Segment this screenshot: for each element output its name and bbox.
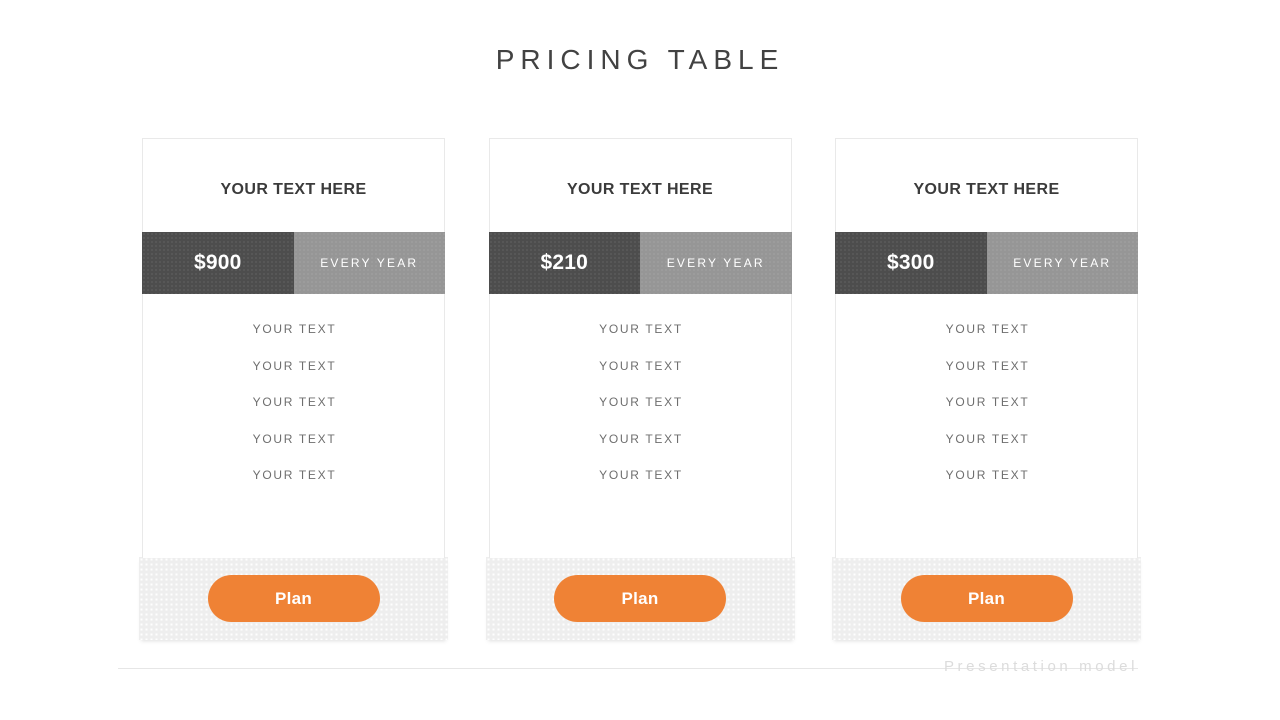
price-bar: $210 EVERY YEAR: [488, 232, 792, 294]
price-period: EVERY YEAR: [293, 232, 445, 294]
feature-item: YOUR TEXT: [599, 358, 683, 373]
pricing-card-body: YOUR TEXT HERE $210 EVERY YEAR YOUR TEXT…: [488, 138, 793, 558]
feature-item: YOUR TEXT: [945, 468, 1030, 482]
pricing-table-slide: PRICING TABLE YOUR TEXT HERE $900 EVERY …: [0, 0, 1280, 720]
feature-item: YOUR TEXT: [945, 395, 1030, 409]
pricing-card: YOUR TEXT HERE $300 EVERY YEAR YOUR TEXT…: [832, 138, 1141, 640]
feature-item: YOUR TEXT: [252, 322, 337, 336]
feature-list: YOUR TEXT YOUR TEXT YOUR TEXT YOUR TEXT …: [490, 311, 793, 494]
page-title: PRICING TABLE: [495, 44, 785, 75]
plan-button[interactable]: Plan: [207, 575, 380, 622]
pricing-card-title: YOUR TEXT HERE: [566, 181, 714, 198]
feature-item: YOUR TEXT: [252, 358, 337, 373]
feature-item: YOUR TEXT: [945, 322, 1030, 336]
pricing-card-body: YOUR TEXT HERE $300 EVERY YEAR YOUR TEXT…: [835, 138, 1138, 558]
feature-item: YOUR TEXT: [252, 431, 337, 446]
feature-item: YOUR TEXT: [599, 395, 683, 409]
price-amount: $210: [488, 232, 640, 294]
pricing-card-title: YOUR TEXT HERE: [220, 181, 367, 198]
footer-caption: Presentation model: [943, 658, 1138, 675]
feature-list: YOUR TEXT YOUR TEXT YOUR TEXT YOUR TEXT …: [143, 311, 446, 494]
pricing-card-body: YOUR TEXT HERE $900 EVERY YEAR YOUR TEXT…: [142, 138, 445, 558]
price-bar: $900 EVERY YEAR: [142, 232, 445, 294]
price-bar: $300 EVERY YEAR: [835, 232, 1138, 294]
plan-button[interactable]: Plan: [554, 575, 726, 622]
pricing-card: YOUR TEXT HERE $210 EVERY YEAR YOUR TEXT…: [485, 138, 795, 640]
plan-button[interactable]: Plan: [900, 575, 1073, 622]
feature-item: YOUR TEXT: [945, 358, 1030, 373]
pricing-card-footer: Plan: [832, 557, 1141, 640]
feature-item: YOUR TEXT: [252, 468, 337, 482]
feature-item: YOUR TEXT: [252, 395, 337, 409]
price-amount: $300: [835, 232, 987, 294]
pricing-card-footer: Plan: [139, 557, 448, 640]
price-amount: $900: [142, 232, 294, 294]
feature-item: YOUR TEXT: [599, 468, 683, 482]
feature-item: YOUR TEXT: [599, 322, 683, 336]
pricing-cards-row: YOUR TEXT HERE $900 EVERY YEAR YOUR TEXT…: [139, 138, 1141, 640]
feature-item: YOUR TEXT: [599, 431, 683, 446]
feature-item: YOUR TEXT: [945, 431, 1030, 446]
feature-list: YOUR TEXT YOUR TEXT YOUR TEXT YOUR TEXT …: [836, 311, 1139, 494]
pricing-card-title: YOUR TEXT HERE: [913, 181, 1060, 198]
pricing-card: YOUR TEXT HERE $900 EVERY YEAR YOUR TEXT…: [139, 138, 448, 640]
price-period: EVERY YEAR: [986, 232, 1138, 294]
price-period: EVERY YEAR: [640, 232, 792, 294]
pricing-card-footer: Plan: [485, 557, 795, 640]
